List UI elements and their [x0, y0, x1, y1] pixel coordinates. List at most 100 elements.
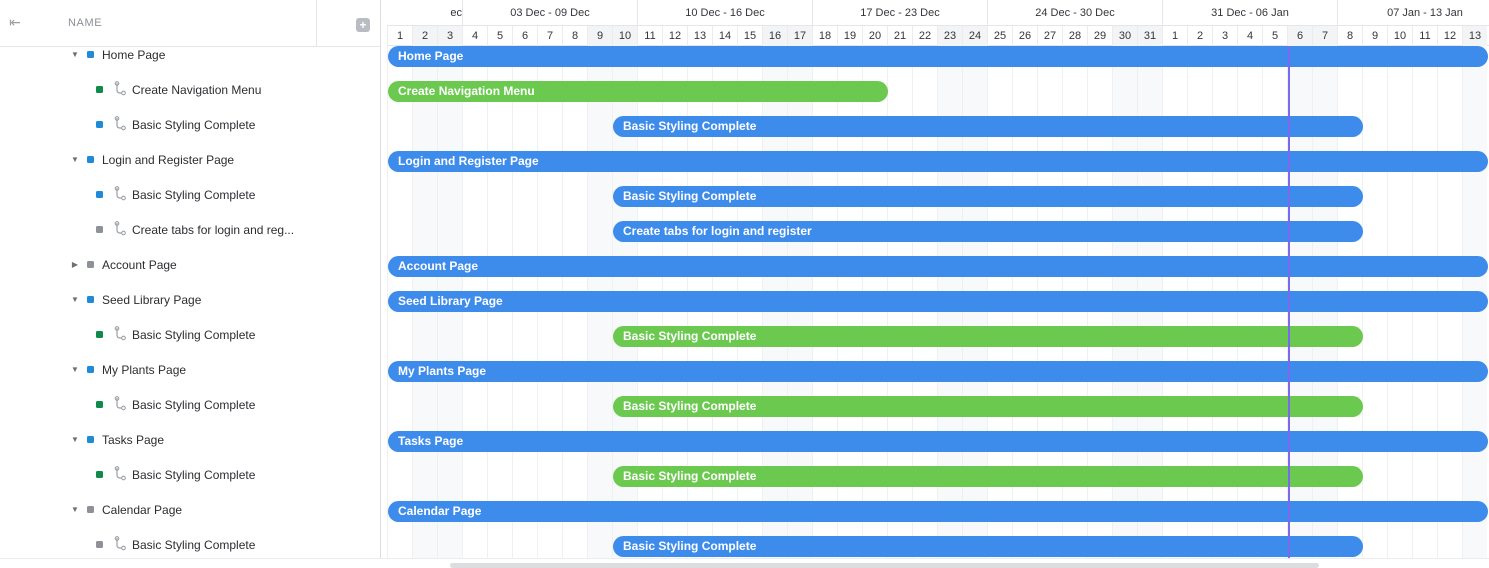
subtask-row[interactable]: Basic Styling Complete	[0, 318, 380, 353]
task-name[interactable]: Home Page	[102, 48, 165, 62]
pane-divider[interactable]	[380, 0, 381, 558]
task-row[interactable]: ▼ Login and Register Page	[0, 143, 380, 178]
gantt-bar[interactable]: Basic Styling Complete	[613, 466, 1363, 487]
caret-down-icon[interactable]: ▼	[70, 154, 80, 166]
subtask-name[interactable]: Basic Styling Complete	[132, 328, 255, 342]
day-label: 24	[962, 26, 987, 46]
status-square-icon[interactable]	[87, 436, 94, 443]
week-label: 07 Jan - 13 Jan	[1337, 0, 1489, 25]
day-label: 6	[1287, 26, 1312, 46]
day-label: 15	[737, 26, 762, 46]
task-row[interactable]: ▼ Seed Library Page	[0, 283, 380, 318]
task-row[interactable]: ▼ My Plants Page	[0, 353, 380, 388]
gantt-bar[interactable]: Basic Styling Complete	[613, 536, 1363, 557]
status-square-icon[interactable]	[96, 121, 103, 128]
status-square-icon[interactable]	[96, 191, 103, 198]
status-square-icon[interactable]	[87, 366, 94, 373]
day-label: 19	[837, 26, 862, 46]
caret-down-icon[interactable]: ▼	[70, 504, 80, 516]
horizontal-scrollbar-thumb[interactable]	[450, 563, 1319, 568]
status-square-icon[interactable]	[87, 506, 94, 513]
task-row[interactable]: ▶ Account Page	[0, 248, 380, 283]
day-label: 4	[1237, 26, 1262, 46]
name-column-header[interactable]: NAME	[68, 17, 102, 29]
task-name[interactable]: Login and Register Page	[102, 153, 234, 167]
subtask-name[interactable]: Create tabs for login and reg...	[132, 223, 294, 237]
status-square-icon[interactable]	[87, 261, 94, 268]
subtask-icon	[113, 186, 127, 202]
task-name[interactable]: Account Page	[102, 258, 177, 272]
task-name[interactable]: Seed Library Page	[102, 293, 201, 307]
subtask-row[interactable]: Basic Styling Complete	[0, 388, 380, 423]
subtask-row[interactable]: Create tabs for login and reg...	[0, 213, 380, 248]
day-label: 6	[512, 26, 537, 46]
gantt-bar[interactable]: Calendar Page	[388, 501, 1488, 522]
add-task-icon[interactable]: +	[356, 18, 370, 32]
day-header: 1 2 3 4 5 6 7 8 9 10 11 12 13 14 15 16 17 18 19 20 21 22 23 24 2…	[387, 25, 1489, 46]
caret-down-icon[interactable]: ▼	[70, 49, 80, 61]
subtask-name[interactable]: Basic Styling Complete	[132, 538, 255, 552]
subtask-icon	[113, 81, 127, 97]
day-label: 20	[862, 26, 887, 46]
gantt-bar[interactable]: Basic Styling Complete	[613, 116, 1363, 137]
subtask-name[interactable]: Basic Styling Complete	[132, 118, 255, 132]
caret-down-icon[interactable]: ▼	[70, 294, 80, 306]
task-row[interactable]: ▼ Calendar Page	[0, 493, 380, 528]
caret-down-icon[interactable]: ▼	[70, 434, 80, 446]
gantt-bar[interactable]: Create Navigation Menu	[388, 81, 888, 102]
gantt-bar[interactable]: Account Page	[388, 256, 1488, 277]
gantt-bar[interactable]: Basic Styling Complete	[613, 396, 1363, 417]
day-label: 14	[712, 26, 737, 46]
gantt-bar[interactable]: Seed Library Page	[388, 291, 1488, 312]
subtask-icon	[113, 536, 127, 552]
status-square-icon[interactable]	[96, 471, 103, 478]
gantt-bar[interactable]: Tasks Page	[388, 431, 1488, 452]
status-square-icon[interactable]	[87, 51, 94, 58]
timeline-pane: ec 03 Dec - 09 Dec 10 Dec - 16 Dec 17 Dec -…	[387, 0, 1489, 558]
status-square-icon[interactable]	[96, 86, 103, 93]
subtask-name[interactable]: Basic Styling Complete	[132, 398, 255, 412]
gantt-bar[interactable]: Basic Styling Complete	[613, 186, 1363, 207]
task-row[interactable]: ▼ Home Page	[0, 38, 380, 73]
status-square-icon[interactable]	[96, 226, 103, 233]
caret-down-icon[interactable]: ▼	[70, 364, 80, 376]
task-name[interactable]: Calendar Page	[102, 503, 182, 517]
day-label: 8	[1337, 26, 1362, 46]
day-label: 28	[1062, 26, 1087, 46]
status-square-icon[interactable]	[96, 331, 103, 338]
status-square-icon[interactable]	[96, 541, 103, 548]
subtask-name[interactable]: Basic Styling Complete	[132, 468, 255, 482]
subtask-row[interactable]: Basic Styling Complete	[0, 108, 380, 143]
subtask-row[interactable]: Basic Styling Complete	[0, 178, 380, 213]
subtask-name[interactable]: Basic Styling Complete	[132, 188, 255, 202]
day-label: 5	[487, 26, 512, 46]
gantt-bar[interactable]: Login and Register Page	[388, 151, 1488, 172]
gantt-bar[interactable]: Basic Styling Complete	[613, 326, 1363, 347]
task-name[interactable]: My Plants Page	[102, 363, 186, 377]
week-label: 10 Dec - 16 Dec	[637, 0, 812, 25]
gantt-view: ⇤ NAME + ▼ Home Page Create Navigation Men…	[0, 0, 1489, 568]
status-square-icon[interactable]	[87, 296, 94, 303]
task-row[interactable]: ▼ Tasks Page	[0, 423, 380, 458]
subtask-row[interactable]: Basic Styling Complete	[0, 458, 380, 493]
day-label: 23	[937, 26, 962, 46]
subtask-icon	[113, 116, 127, 132]
status-square-icon[interactable]	[96, 401, 103, 408]
day-label: 31	[1137, 26, 1162, 46]
task-name[interactable]: Tasks Page	[102, 433, 164, 447]
day-label: 9	[1362, 26, 1387, 46]
gantt-bar[interactable]: Create tabs for login and register	[613, 221, 1363, 242]
status-square-icon[interactable]	[87, 156, 94, 163]
day-label: 13	[1462, 26, 1487, 46]
subtask-row[interactable]: Create Navigation Menu	[0, 73, 380, 108]
day-label: 2	[1187, 26, 1212, 46]
day-label: 7	[1312, 26, 1337, 46]
gantt-bar[interactable]: My Plants Page	[388, 361, 1488, 382]
collapse-sidebar-icon[interactable]: ⇤	[6, 13, 24, 31]
caret-right-icon[interactable]: ▶	[70, 259, 80, 271]
day-label: 26	[1012, 26, 1037, 46]
gantt-bar[interactable]: Home Page	[388, 46, 1488, 67]
week-label: 03 Dec - 09 Dec	[462, 0, 637, 25]
week-label: 24 Dec - 30 Dec	[987, 0, 1162, 25]
subtask-name[interactable]: Create Navigation Menu	[132, 83, 261, 97]
